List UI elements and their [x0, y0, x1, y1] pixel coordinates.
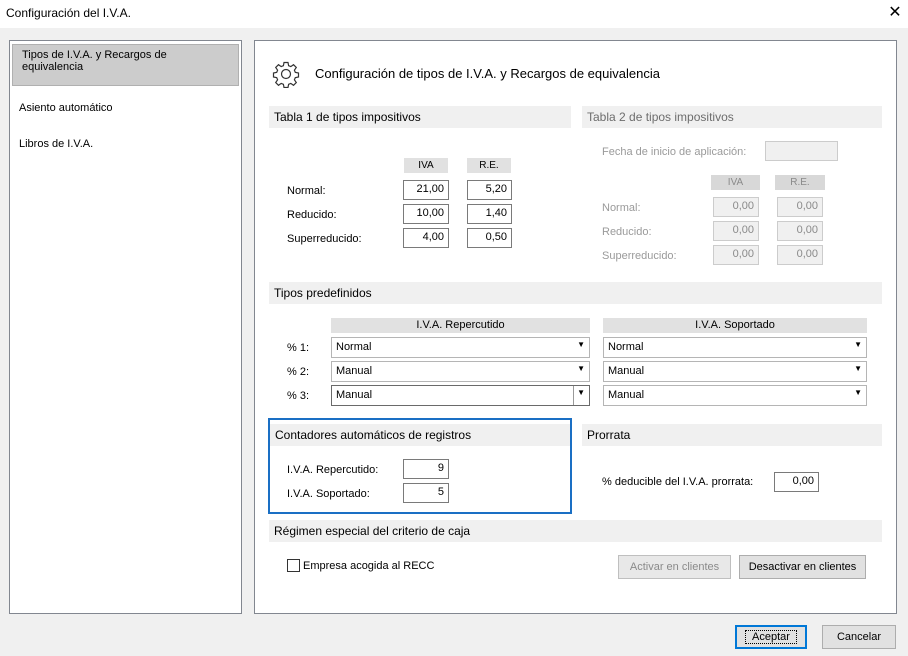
tabla2-superreducido-iva-input[interactable]: 0,00	[713, 245, 759, 265]
tabla2-col-iva: IVA	[711, 175, 760, 190]
row-label: Normal:	[602, 202, 641, 214]
tabla2-reducido-iva-input[interactable]: 0,00	[713, 221, 759, 241]
chevron-down-icon: ▼	[577, 388, 585, 397]
chevron-down-icon: ▼	[577, 364, 585, 373]
tabla2-normal-iva-input[interactable]: 0,00	[713, 197, 759, 217]
repercutido-1-select[interactable]: Normal ▼	[331, 337, 590, 358]
tabla1-header: Tabla 1 de tipos impositivos	[269, 106, 571, 128]
row-label: Reducido:	[287, 209, 337, 221]
chevron-down-icon: ▼	[854, 388, 862, 397]
row-label: Reducido:	[602, 226, 652, 238]
tabla1-reducido-re-input[interactable]: 1,40	[467, 204, 512, 224]
tabla2-header: Tabla 2 de tipos impositivos	[582, 106, 882, 128]
regimen-header: Régimen especial del criterio de caja	[269, 520, 882, 542]
fecha-label: Fecha de inicio de aplicación:	[602, 146, 747, 158]
desactivar-clientes-button[interactable]: Desactivar en clientes	[739, 555, 866, 579]
section-title: Tabla 2 de tipos impositivos	[587, 110, 734, 124]
window-title: Configuración del I.V.A.	[6, 6, 131, 20]
page-title: Configuración de tipos de I.V.A. y Recar…	[315, 66, 660, 81]
select-value: Manual	[336, 365, 373, 377]
tabla1-normal-iva-input[interactable]: 21,00	[403, 180, 449, 200]
soportado-3-select[interactable]: Manual ▼	[603, 385, 867, 406]
sidebar-item-label: Tipos de I.V.A. y Recargos de equivalenc…	[22, 49, 167, 73]
select-value: Manual	[608, 365, 645, 377]
col-soportado: I.V.A. Soportado	[603, 318, 867, 333]
chevron-down-icon: ▼	[854, 364, 862, 373]
tabla1-superreducido-re-input[interactable]: 0,50	[467, 228, 512, 248]
accept-button-label: Aceptar	[745, 630, 797, 644]
soportado-2-select[interactable]: Manual ▼	[603, 361, 867, 382]
recc-checkbox-label: Empresa acogida al RECC	[303, 560, 435, 572]
select-value: Normal	[608, 341, 644, 353]
row-label: Normal:	[287, 185, 326, 197]
chevron-down-icon: ▼	[577, 340, 585, 349]
tabla1-superreducido-iva-input[interactable]: 4,00	[403, 228, 449, 248]
contador-soportado-input[interactable]: 5	[403, 483, 449, 503]
chevron-down-icon: ▼	[854, 340, 862, 349]
select-value: Manual	[336, 389, 373, 401]
tabla1-normal-re-input[interactable]: 5,20	[467, 180, 512, 200]
title-bar	[0, 0, 908, 28]
repercutido-2-select[interactable]: Manual ▼	[331, 361, 590, 382]
sidebar-item-label: Asiento automático	[19, 102, 113, 114]
fecha-input[interactable]	[765, 141, 838, 161]
contador-repercutido-input[interactable]: 9	[403, 459, 449, 479]
sidebar-item-asiento[interactable]: Asiento automático	[10, 98, 241, 118]
accept-button[interactable]: Aceptar	[735, 625, 807, 649]
tabla2-col-re: R.E.	[775, 175, 825, 190]
cancel-button[interactable]: Cancelar	[822, 625, 896, 649]
tabla1-reducido-iva-input[interactable]: 10,00	[403, 204, 449, 224]
prorrata-input[interactable]: 0,00	[774, 472, 819, 492]
section-title: Tabla 1 de tipos impositivos	[274, 110, 421, 124]
sidebar-item-tipos-iva[interactable]: Tipos de I.V.A. y Recargos de equivalenc…	[12, 44, 239, 86]
select-value: Manual	[608, 389, 645, 401]
select-value: Normal	[336, 341, 372, 353]
row-label: % 2:	[287, 366, 310, 378]
contador-soportado-label: I.V.A. Soportado:	[287, 488, 370, 500]
section-title: Prorrata	[587, 428, 631, 442]
tabla2-superreducido-re-input[interactable]: 0,00	[777, 245, 823, 265]
prorrata-label: % deducible del I.V.A. prorrata:	[602, 476, 754, 488]
sidebar-item-libros[interactable]: Libros de I.V.A.	[10, 134, 241, 154]
tabla1-col-re: R.E.	[467, 158, 511, 173]
tabla1-col-iva: IVA	[404, 158, 448, 173]
predefinidos-header: Tipos predefinidos	[269, 282, 882, 304]
col-repercutido: I.V.A. Repercutido	[331, 318, 590, 333]
tabla2-normal-re-input[interactable]: 0,00	[777, 197, 823, 217]
section-title: Tipos predefinidos	[274, 286, 372, 300]
recc-checkbox[interactable]	[287, 559, 300, 572]
soportado-1-select[interactable]: Normal ▼	[603, 337, 867, 358]
row-label: Superreducido:	[287, 233, 362, 245]
row-label: % 1:	[287, 342, 310, 354]
row-label: % 3:	[287, 390, 310, 402]
section-title: Régimen especial del criterio de caja	[274, 524, 471, 538]
gear-icon	[272, 61, 300, 88]
prorrata-header: Prorrata	[582, 424, 882, 446]
contador-repercutido-label: I.V.A. Repercutido:	[287, 464, 379, 476]
sidebar-item-label: Libros de I.V.A.	[19, 138, 94, 150]
tabla2-reducido-re-input[interactable]: 0,00	[777, 221, 823, 241]
close-icon[interactable]: ✕	[884, 3, 906, 23]
row-label: Superreducido:	[602, 250, 677, 262]
repercutido-3-select[interactable]: Manual ▼	[331, 385, 590, 406]
activar-clientes-button[interactable]: Activar en clientes	[618, 555, 731, 579]
sidebar: Tipos de I.V.A. y Recargos de equivalenc…	[9, 40, 242, 614]
